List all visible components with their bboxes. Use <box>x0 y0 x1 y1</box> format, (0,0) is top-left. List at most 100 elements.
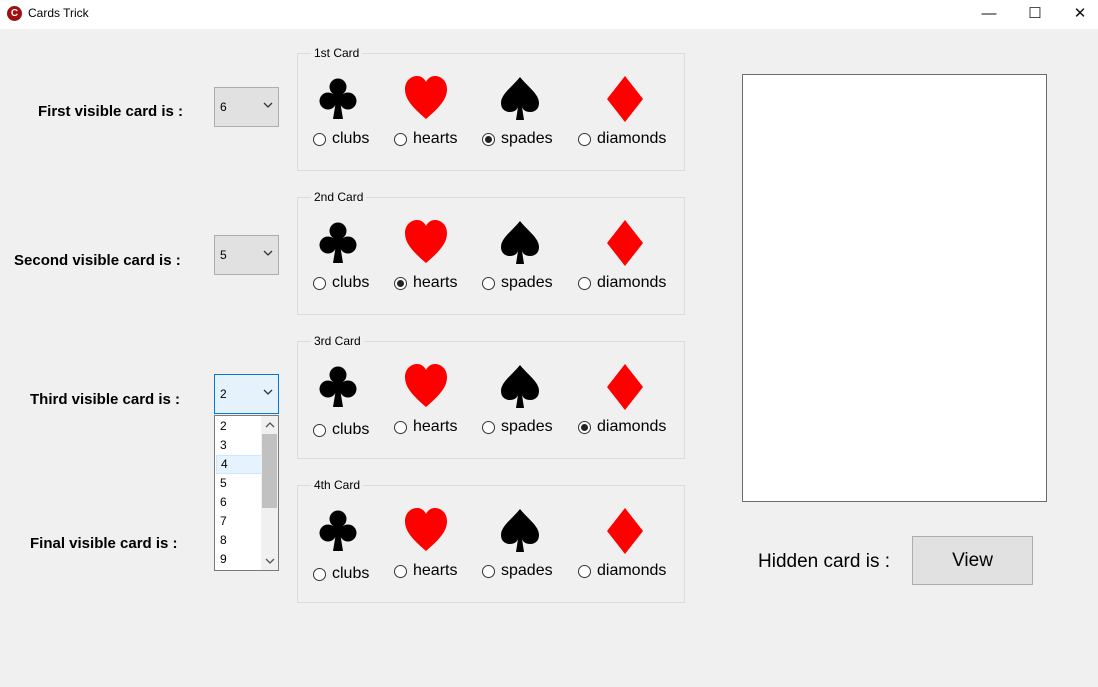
clubs-icon <box>319 510 357 551</box>
dropdown-option[interactable]: 3 <box>216 436 262 455</box>
diamonds-icon <box>607 508 643 554</box>
minimize-button[interactable]: — <box>966 0 1012 29</box>
scroll-down-icon[interactable] <box>265 556 275 566</box>
hidden-card-label: Hidden card is : <box>758 551 891 572</box>
radio-label: hearts <box>413 274 458 291</box>
second-card-value: 5 <box>220 248 227 262</box>
radio-label: spades <box>501 418 553 435</box>
view-button[interactable]: View <box>912 536 1033 585</box>
radio-indicator[interactable] <box>394 132 407 146</box>
dropdown-option[interactable]: 6 <box>216 493 262 512</box>
radio-spades[interactable]: spades <box>482 418 553 436</box>
scrollbar-thumb[interactable] <box>262 434 277 508</box>
first-card-value-select[interactable]: 6 <box>214 87 279 127</box>
radio-indicator[interactable] <box>313 276 326 290</box>
group-caption: 3rd Card <box>311 334 364 348</box>
radio-spades[interactable]: spades <box>482 562 553 580</box>
close-button[interactable]: ✕ <box>1057 0 1098 29</box>
radio-diamonds[interactable]: diamonds <box>578 130 666 148</box>
radio-diamonds[interactable]: diamonds <box>578 562 666 580</box>
radio-hearts[interactable]: hearts <box>394 418 457 436</box>
radio-hearts[interactable]: hearts <box>394 562 457 580</box>
chevron-down-icon <box>263 102 273 108</box>
radio-label: diamonds <box>597 274 667 291</box>
second-card-value-select[interactable]: 5 <box>214 235 279 275</box>
clubs-icon <box>319 222 357 263</box>
radio-indicator[interactable] <box>578 564 591 578</box>
radio-indicator[interactable] <box>313 423 326 437</box>
radio-indicator[interactable] <box>394 564 407 578</box>
radio-indicator[interactable] <box>482 420 495 434</box>
group-caption: 2nd Card <box>311 190 367 204</box>
card-group-2: 2nd Card clubs hearts spades diamonds <box>297 190 685 315</box>
maximize-button[interactable]: ☐ <box>1012 0 1058 29</box>
radio-label: clubs <box>332 421 370 438</box>
first-card-value: 6 <box>220 100 227 114</box>
third-card-value-select[interactable]: 2 <box>214 374 279 414</box>
radio-label: diamonds <box>597 418 667 435</box>
final-card-label: Final visible card is : <box>30 535 178 552</box>
card-group-4: 4th Card clubs hearts spades diamonds <box>297 478 685 603</box>
radio-hearts[interactable]: hearts <box>394 130 457 148</box>
radio-indicator[interactable] <box>482 276 495 290</box>
hearts-icon <box>405 508 447 551</box>
title-bar: C Cards Trick — ☐ ✕ <box>0 0 1098 29</box>
radio-label: clubs <box>332 565 370 582</box>
dropdown-scrollbar[interactable] <box>261 416 278 570</box>
radio-indicator[interactable] <box>313 132 326 146</box>
radio-clubs[interactable]: clubs <box>313 274 369 292</box>
spades-icon <box>501 509 539 552</box>
radio-hearts[interactable]: hearts <box>394 274 457 292</box>
radio-indicator[interactable] <box>578 420 591 434</box>
radio-label: clubs <box>332 274 370 291</box>
window-title: Cards Trick <box>28 6 89 20</box>
dropdown-option[interactable]: 2 <box>216 417 262 436</box>
diamonds-icon <box>607 364 643 410</box>
radio-indicator[interactable] <box>578 276 591 290</box>
diamonds-icon <box>607 220 643 266</box>
radio-label: clubs <box>332 130 370 147</box>
dropdown-option[interactable]: 9 <box>216 550 262 569</box>
card-group-1: 1st Card clubs hearts spades diamonds <box>297 46 685 171</box>
card-group-3: 3rd Card clubs hearts spades diamonds <box>297 334 685 459</box>
clubs-icon <box>319 78 357 119</box>
dropdown-option-highlighted[interactable]: 4 <box>216 455 262 474</box>
hidden-card-picture <box>742 74 1047 502</box>
chevron-down-icon <box>263 250 273 256</box>
radio-label: spades <box>501 274 553 291</box>
radio-spades[interactable]: spades <box>482 130 553 148</box>
clubs-icon <box>319 366 357 407</box>
radio-diamonds[interactable]: diamonds <box>578 418 666 436</box>
radio-indicator[interactable] <box>394 276 407 290</box>
radio-label: diamonds <box>597 130 667 147</box>
dropdown-option[interactable]: 5 <box>216 474 262 493</box>
diamonds-icon <box>607 76 643 122</box>
group-caption: 4th Card <box>311 478 364 492</box>
third-card-dropdown-list[interactable]: 2 3 4 5 6 7 8 9 <box>214 415 279 571</box>
radio-diamonds[interactable]: diamonds <box>578 274 666 292</box>
radio-indicator[interactable] <box>482 564 495 578</box>
radio-label: spades <box>501 562 553 579</box>
group-caption: 1st Card <box>311 46 363 60</box>
hearts-icon <box>405 76 447 119</box>
radio-indicator[interactable] <box>578 132 591 146</box>
radio-indicator[interactable] <box>313 567 326 581</box>
third-card-label: Third visible card is : <box>30 391 181 408</box>
radio-indicator[interactable] <box>394 420 407 434</box>
radio-spades[interactable]: spades <box>482 274 553 292</box>
dropdown-option[interactable]: 7 <box>216 512 262 531</box>
radio-clubs[interactable]: clubs <box>313 421 369 439</box>
third-card-value: 2 <box>220 387 227 401</box>
radio-indicator[interactable] <box>482 132 495 146</box>
radio-label: hearts <box>413 562 458 579</box>
radio-clubs[interactable]: clubs <box>313 565 369 583</box>
spades-icon <box>501 365 539 408</box>
radio-clubs[interactable]: clubs <box>313 130 369 148</box>
spades-icon <box>501 221 539 264</box>
radio-label: hearts <box>413 130 458 147</box>
dropdown-option[interactable]: 8 <box>216 531 262 550</box>
radio-label: spades <box>501 130 553 147</box>
radio-label: diamonds <box>597 562 667 579</box>
spades-icon <box>501 77 539 120</box>
scroll-up-icon[interactable] <box>265 420 275 430</box>
